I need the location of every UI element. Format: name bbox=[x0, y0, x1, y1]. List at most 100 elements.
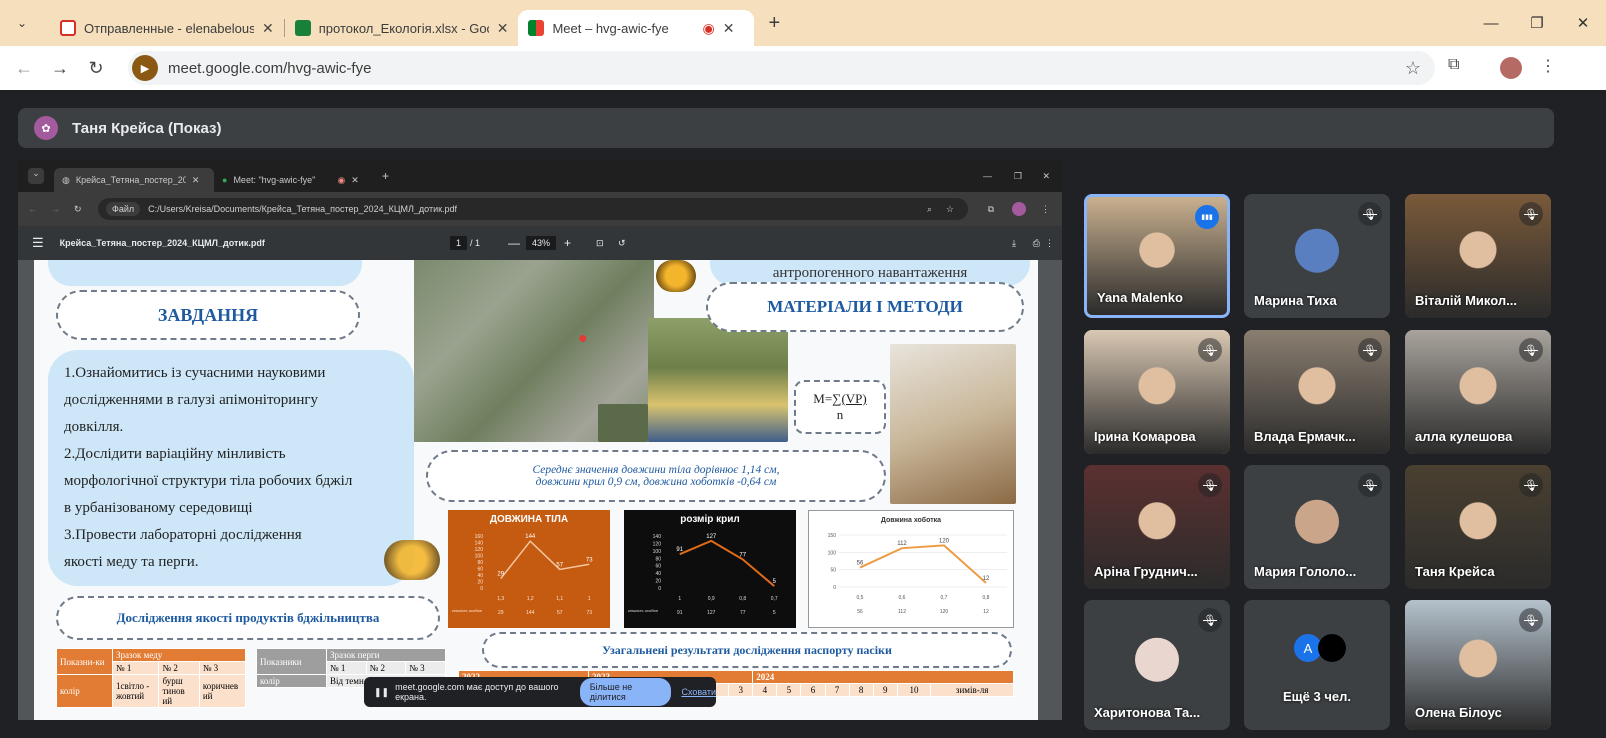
bee-illustration bbox=[384, 540, 440, 580]
print-icon: ⎙ bbox=[1032, 237, 1040, 248]
y-tick-label: 120 bbox=[653, 541, 662, 547]
formula-box: M=∑(VP) n bbox=[794, 380, 886, 434]
participant-tile[interactable]: A Ещё 3 чел. bbox=[1244, 600, 1390, 730]
tab-strip: ⌄ Отправленные - elenabelous2( ✕ протоко… bbox=[0, 0, 1606, 46]
table-cell: бурш тинов ий bbox=[158, 674, 200, 708]
poster: антропогенного навантаження ЗАВДАННЯ 1.О… bbox=[34, 260, 1038, 720]
close-icon: ✕ bbox=[351, 174, 359, 185]
forward-icon[interactable]: → bbox=[42, 58, 78, 79]
participant-tile[interactable]: 🎙︎ Аріна Груднич... bbox=[1084, 465, 1230, 589]
close-window-icon[interactable]: ✕ bbox=[1560, 0, 1606, 46]
task-line: 2.Дослідити варіаційну мінливість bbox=[64, 446, 286, 462]
profile-avatar[interactable] bbox=[1500, 57, 1522, 79]
chart-title: розмір крил bbox=[680, 514, 740, 525]
y-tick-label: 20 bbox=[655, 579, 661, 585]
meet-icon: ● bbox=[222, 175, 228, 185]
window-controls: — ❐ ✕ bbox=[1468, 0, 1606, 46]
task-line: морфологічної структури тіла робочих бдж… bbox=[64, 473, 353, 489]
address-bar[interactable]: ▶ meet.google.com/hvg-awic-fye ☆ bbox=[128, 51, 1435, 85]
table-cell: № 3 bbox=[405, 661, 446, 675]
url-text[interactable]: meet.google.com/hvg-awic-fye bbox=[168, 60, 371, 77]
x-tick-label: 0,9 bbox=[708, 596, 715, 602]
participant-tile[interactable]: 🎙︎ алла кулешова bbox=[1405, 330, 1551, 454]
series-line bbox=[500, 540, 590, 580]
chart-title: Довжина хоботка bbox=[880, 517, 942, 524]
chart-svg: 020406080100120140160 29 1,3 29 144 1,2 144 57 1… bbox=[452, 534, 593, 616]
profile-avatar bbox=[1012, 202, 1026, 216]
tab-meet[interactable]: Meet – hvg-awic-fye ◉ ✕ bbox=[518, 10, 755, 46]
quality-heading-text: Дослідження якості продуктів бджільництв… bbox=[116, 610, 380, 625]
mic-muted-icon: 🎙︎ bbox=[1358, 338, 1382, 362]
y-tick-label: 140 bbox=[475, 541, 484, 547]
table-value: 29 bbox=[498, 610, 504, 616]
participant-name: Олена Білоус bbox=[1415, 705, 1502, 720]
pdf-toolbar: ☰ Крейса_Тетяна_постер_2024_КЦМЛ_дотик.p… bbox=[18, 226, 1062, 260]
shared-address-bar: ← → ↻ Файл C:/Users/Kreisa/Documents/Кре… bbox=[18, 192, 1062, 226]
participant-tile[interactable]: 🎙︎ Таня Крейса bbox=[1405, 465, 1551, 589]
close-icon[interactable]: ✕ bbox=[262, 20, 274, 37]
table-cell: № 3 bbox=[198, 661, 247, 675]
participant-tile[interactable]: 🎙︎ Влада Ермачк... bbox=[1244, 330, 1390, 454]
chart-svg: 020 4060 80100 120140 91 1 91 127 0,9 127 77 0,8 77 5… bbox=[628, 534, 778, 616]
presenter-avatar: ✿ bbox=[34, 116, 58, 140]
extensions-icon[interactable]: ⧉ bbox=[1448, 56, 1459, 74]
chart-body-length: ДОВЖИНА ТІЛА 0 20 40 60 80 100 120 140 160 29 1,3 2… bbox=[448, 510, 610, 628]
browser-toolbar: ← → ↻ ▶ meet.google.com/hvg-awic-fye ☆ ⧉… bbox=[0, 46, 1606, 90]
zoom-in-icon: + bbox=[564, 236, 572, 250]
recording-icon: ◉ bbox=[702, 19, 715, 36]
tab-search-button[interactable]: ⌄ bbox=[8, 9, 36, 37]
gmail-icon bbox=[60, 20, 76, 36]
table-value: 5 bbox=[773, 610, 776, 616]
participant-tile[interactable]: 🎙︎ Віталій Микол... bbox=[1405, 194, 1551, 318]
table-cell: № 2 bbox=[158, 661, 200, 675]
participant-tile[interactable]: 🎙︎ Харитонова Та... bbox=[1084, 600, 1230, 730]
tasks-list: 1.Ознайомитись із сучасними науковими до… bbox=[64, 360, 394, 576]
top-right-text: антропогенного навантаження bbox=[772, 265, 968, 281]
close-icon[interactable]: ✕ bbox=[723, 20, 735, 37]
quality-heading: Дослідження якості продуктів бджільництв… bbox=[56, 596, 440, 640]
participant-tile[interactable]: 🎙︎ Олена Білоус bbox=[1405, 600, 1551, 730]
back-icon[interactable]: ← bbox=[6, 58, 42, 79]
site-info-icon[interactable]: ▶ bbox=[132, 55, 158, 81]
task-line: в урбанізованому середовищі bbox=[64, 500, 253, 516]
page-input: 1 bbox=[450, 236, 468, 250]
participant-tile[interactable]: 🎙︎ Мария Гололо... bbox=[1244, 465, 1390, 589]
x-tick-label: 0,7 bbox=[771, 596, 778, 602]
passport-heading-text: Узагальнені результати дослідження паспо… bbox=[602, 642, 892, 657]
presenter-bar: ✿ Таня Крейса (Показ) bbox=[18, 108, 1554, 148]
data-label: 73 bbox=[586, 557, 593, 563]
zoom-level: 43% bbox=[526, 236, 557, 250]
meet-icon bbox=[528, 20, 545, 36]
y-tick-label: 60 bbox=[655, 564, 661, 570]
tab-gmail[interactable]: Отправленные - elenabelous2( ✕ bbox=[50, 10, 284, 46]
participant-tile[interactable]: 🎙︎ Ірина Комарова bbox=[1084, 330, 1230, 454]
x-tick-label: 1 bbox=[588, 596, 591, 602]
minimize-icon[interactable]: — bbox=[1468, 0, 1514, 46]
table-header: Показники bbox=[256, 648, 327, 675]
table-cell: 7 bbox=[824, 683, 850, 697]
tab-sheets[interactable]: протокол_Екологія.xlsx - Goog ✕ bbox=[285, 10, 519, 46]
reload-icon[interactable]: ↻ bbox=[78, 58, 114, 79]
restore-icon[interactable]: ❐ bbox=[1514, 0, 1560, 46]
honey-table: Показни-ки Зразок меду № 1 № 2 № 3 колір… bbox=[56, 648, 247, 708]
y-tick-label: 40 bbox=[655, 571, 661, 577]
avatar bbox=[1135, 637, 1179, 682]
participant-tile[interactable]: ▮▮▮ Yana Malenko bbox=[1084, 194, 1230, 318]
table-header: Зразок перги bbox=[326, 648, 446, 662]
menu-icon[interactable]: ⋮ bbox=[1540, 56, 1556, 76]
close-window-icon: ✕ bbox=[1042, 170, 1050, 181]
x-tick-label: 0,5 bbox=[857, 595, 864, 601]
task-line: 3.Провести лабораторні дослідження bbox=[64, 527, 302, 543]
participant-tile[interactable]: 🎙︎ Марина Тиха bbox=[1244, 194, 1390, 318]
bookmark-star-icon[interactable]: ☆ bbox=[1405, 58, 1421, 79]
new-tab-button[interactable]: + bbox=[768, 12, 780, 35]
x-tick-label: 0,6 bbox=[899, 595, 906, 601]
apiary-photo bbox=[648, 318, 788, 442]
data-label: 91 bbox=[676, 547, 683, 553]
chart-title: ДОВЖИНА ТІЛА bbox=[489, 514, 569, 525]
y-tick-label: 140 bbox=[653, 534, 662, 540]
table-value: 112 bbox=[898, 609, 906, 615]
formula-sum: ∑(VP) bbox=[832, 391, 867, 406]
close-icon[interactable]: ✕ bbox=[497, 20, 509, 37]
task-line: довкілля. bbox=[64, 419, 124, 435]
